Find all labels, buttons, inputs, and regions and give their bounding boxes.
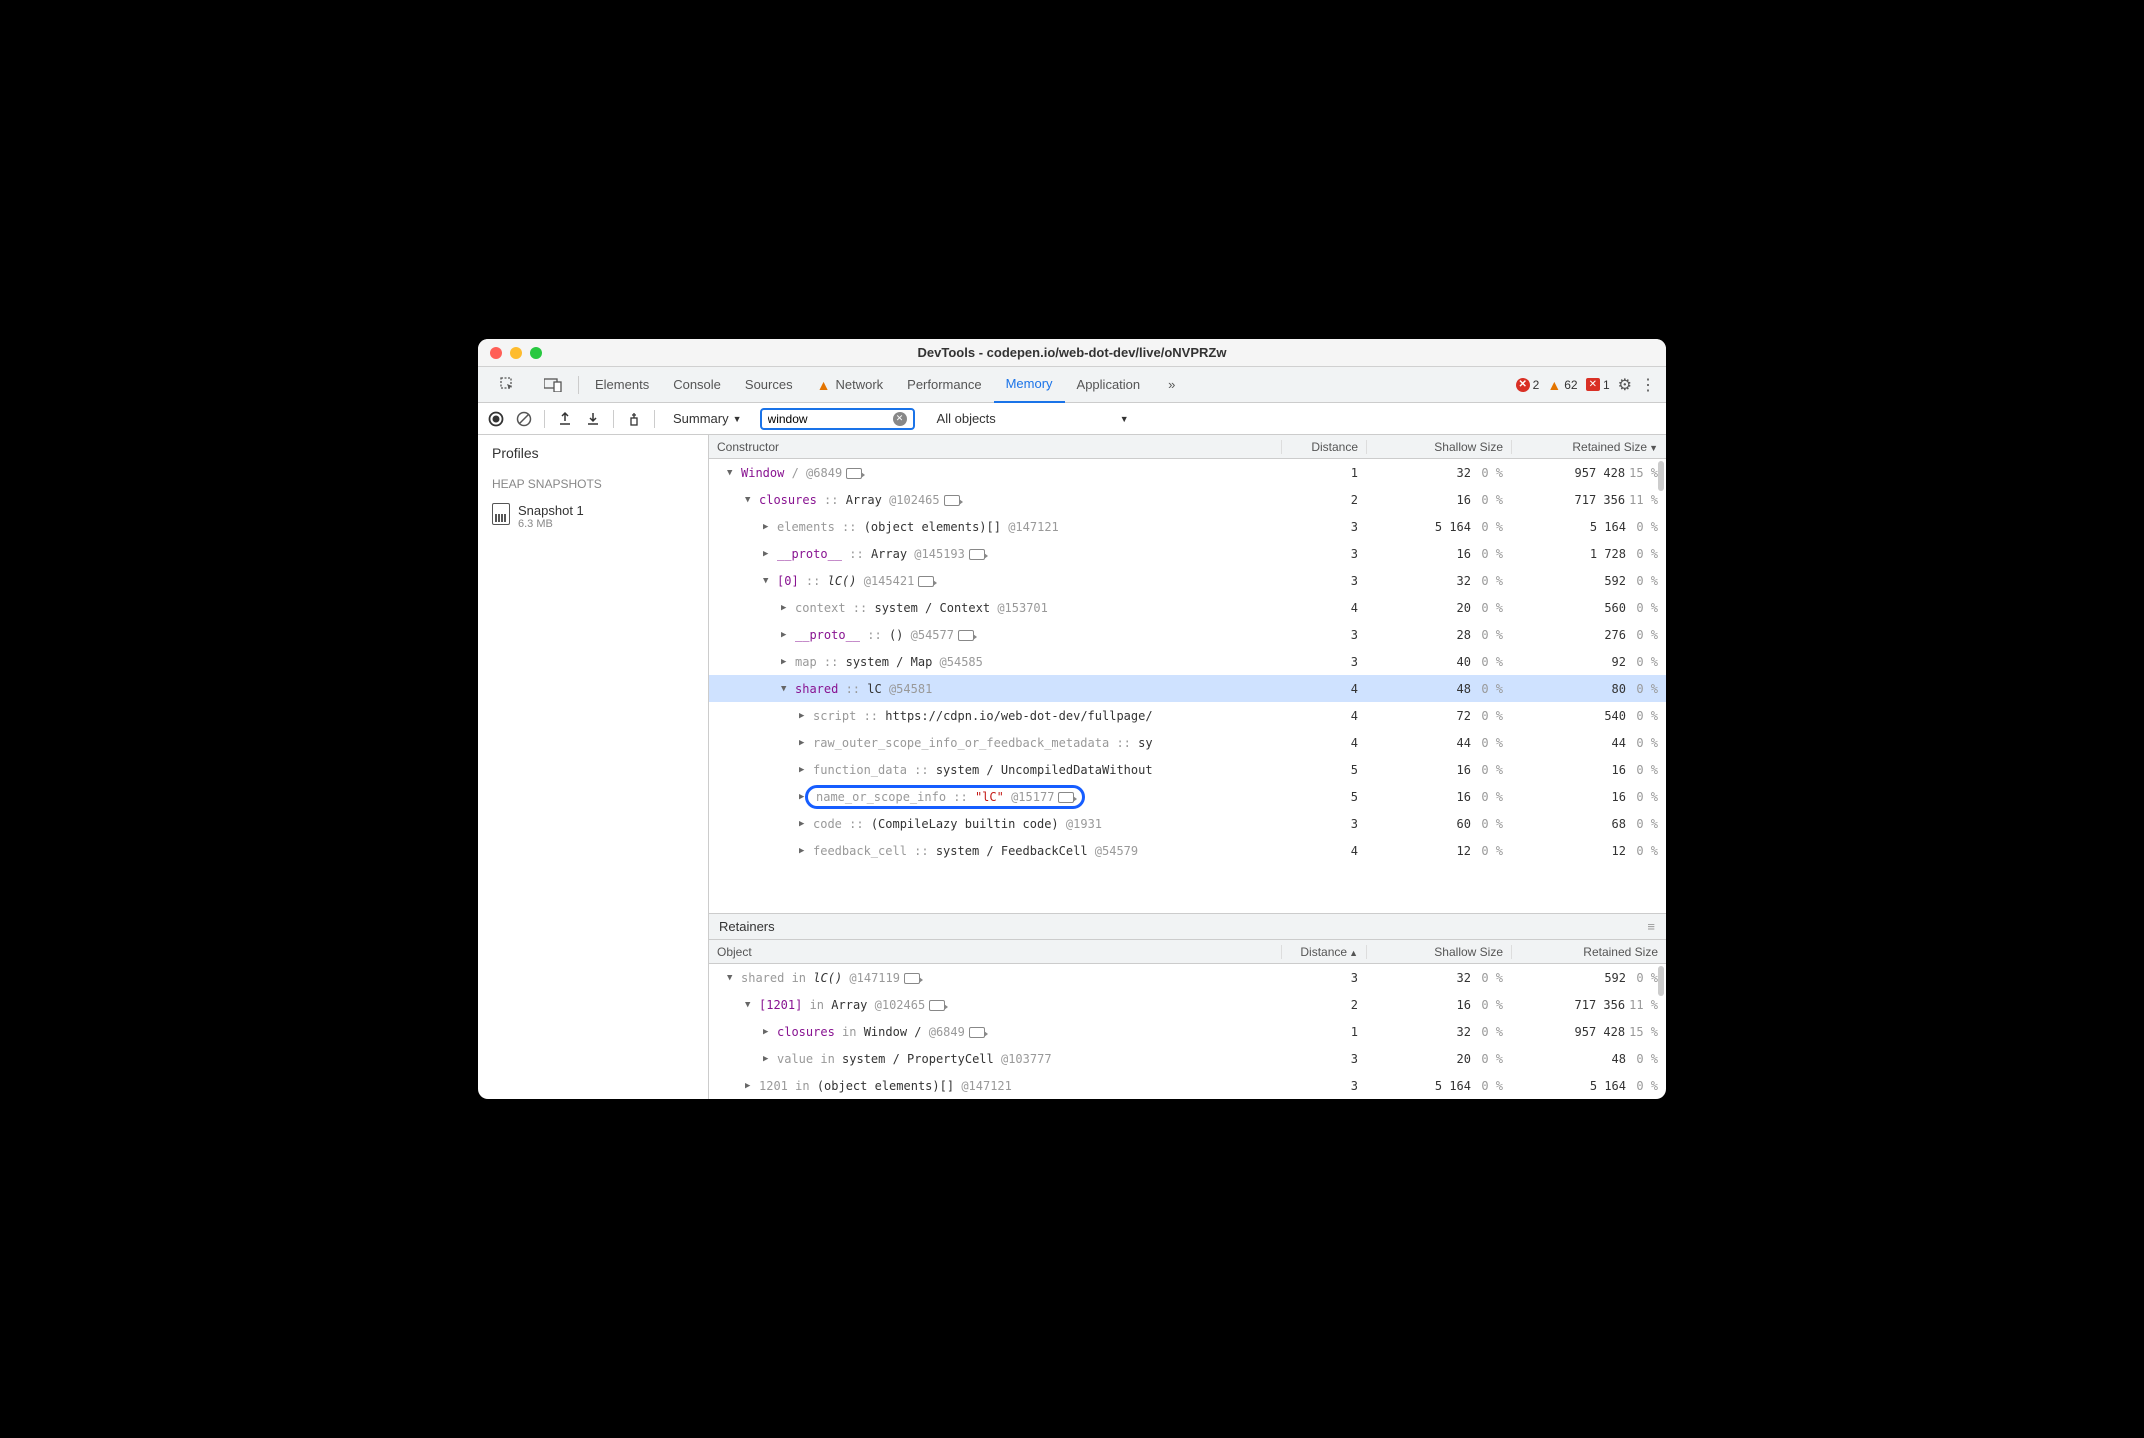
tab-application[interactable]: Application: [1065, 367, 1153, 403]
scrollbar-thumb[interactable]: [1658, 966, 1664, 996]
object-link-icon[interactable]: [944, 495, 960, 506]
heap-snapshots-label: HEAP SNAPSHOTS: [478, 471, 708, 497]
table-row[interactable]: ▼[0] :: lC() @1454213320 %5920 %: [709, 567, 1666, 594]
table-row[interactable]: ▶__proto__ :: () @545773280 %2760 %: [709, 621, 1666, 648]
snapshot-icon: [492, 503, 510, 525]
gear-icon[interactable]: ⚙: [1618, 375, 1632, 395]
tab-elements[interactable]: Elements: [583, 367, 661, 403]
minimize-icon[interactable]: [510, 347, 522, 359]
table-row[interactable]: ▶__proto__ :: Array @1451933160 %1 7280 …: [709, 540, 1666, 567]
inspect-icon[interactable]: [488, 367, 528, 403]
table-row[interactable]: ▼[1201] in Array @1024652160 %717 35611 …: [709, 991, 1666, 1018]
memory-toolbar: Summary▼ ✕ All objects▼: [478, 403, 1666, 435]
table-row[interactable]: ▶value in system / PropertyCell @1037773…: [709, 1045, 1666, 1072]
col-retained-r[interactable]: Retained Size: [1511, 945, 1666, 959]
view-dropdown[interactable]: Summary▼: [667, 411, 748, 426]
panel-tabs: ElementsConsoleSources▲NetworkPerformanc…: [478, 367, 1666, 403]
error-count[interactable]: ✕2: [1516, 378, 1540, 392]
table-row[interactable]: ▶closures in Window / @68491320 %957 428…: [709, 1018, 1666, 1045]
warning-count[interactable]: ▲62: [1547, 377, 1577, 393]
profiles-sidebar: Profiles HEAP SNAPSHOTS Snapshot 1 6.3 M…: [478, 435, 709, 1099]
table-row[interactable]: ▶name_or_scope_info :: "lC" @151775160 %…: [709, 783, 1666, 810]
object-link-icon[interactable]: [1058, 792, 1074, 803]
constructors-tree[interactable]: ▼Window / @68491320 %957 42815 %▼closure…: [709, 459, 1666, 913]
object-link-icon[interactable]: [969, 1027, 985, 1038]
object-link-icon[interactable]: [958, 630, 974, 641]
scrollbar-thumb[interactable]: [1658, 461, 1664, 491]
table-row[interactable]: ▼closures :: Array @1024652160 %717 3561…: [709, 486, 1666, 513]
device-icon[interactable]: [532, 367, 574, 403]
table-row[interactable]: ▶raw_outer_scope_info_or_feedback_metada…: [709, 729, 1666, 756]
constructors-header: Constructor Distance Shallow Size Retain…: [709, 435, 1666, 459]
titlebar: DevTools - codepen.io/web-dot-dev/live/o…: [478, 339, 1666, 367]
table-row[interactable]: ▶feedback_cell :: system / FeedbackCell …: [709, 837, 1666, 864]
tab-performance[interactable]: Performance: [895, 367, 993, 403]
table-row[interactable]: ▼shared in lC() @1471193320 %5920 %: [709, 964, 1666, 991]
snapshot-item[interactable]: Snapshot 1 6.3 MB: [478, 497, 708, 536]
issues-count[interactable]: ✕1: [1586, 378, 1610, 392]
table-row[interactable]: ▶script :: https://cdpn.io/web-dot-dev/f…: [709, 702, 1666, 729]
col-object[interactable]: Object: [709, 945, 1281, 959]
tabs-overflow[interactable]: »: [1156, 367, 1187, 403]
gc-icon[interactable]: [626, 411, 642, 427]
grip-icon[interactable]: ≡: [1647, 919, 1656, 934]
record-icon[interactable]: [488, 411, 504, 427]
table-row[interactable]: ▶function_data :: system / UncompiledDat…: [709, 756, 1666, 783]
tab-network[interactable]: ▲Network: [805, 367, 896, 403]
table-row[interactable]: ▼shared :: lC @545814480 %800 %: [709, 675, 1666, 702]
retainers-heading: Retainers ≡: [709, 913, 1666, 940]
retainers-header: Object Distance▲ Shallow Size Retained S…: [709, 940, 1666, 964]
separator: [654, 410, 655, 428]
object-link-icon[interactable]: [929, 1000, 945, 1011]
table-row[interactable]: ▶1201 in (object elements)[] @14712135 1…: [709, 1072, 1666, 1099]
clear-icon[interactable]: [516, 411, 532, 427]
close-icon[interactable]: [490, 347, 502, 359]
upload-icon[interactable]: [557, 411, 573, 427]
col-distance[interactable]: Distance: [1281, 440, 1366, 454]
object-link-icon[interactable]: [918, 576, 934, 587]
download-icon[interactable]: [585, 411, 601, 427]
col-distance-r[interactable]: Distance▲: [1281, 945, 1366, 959]
table-row[interactable]: ▶context :: system / Context @1537014200…: [709, 594, 1666, 621]
tab-sources[interactable]: Sources: [733, 367, 805, 403]
tab-memory[interactable]: Memory: [994, 367, 1065, 403]
table-row[interactable]: ▶map :: system / Map @545853400 %920 %: [709, 648, 1666, 675]
clear-filter-icon[interactable]: ✕: [893, 412, 907, 426]
retainers-tree[interactable]: ▼shared in lC() @1471193320 %5920 %▼[120…: [709, 964, 1666, 1099]
separator: [613, 410, 614, 428]
col-constructor[interactable]: Constructor: [709, 440, 1281, 454]
col-shallow[interactable]: Shallow Size: [1366, 440, 1511, 454]
snapshot-size: 6.3 MB: [518, 518, 584, 530]
separator: [578, 376, 579, 394]
scope-dropdown[interactable]: All objects▼: [931, 411, 1135, 426]
table-row[interactable]: ▶elements :: (object elements)[] @147121…: [709, 513, 1666, 540]
table-row[interactable]: ▶code :: (CompileLazy builtin code) @193…: [709, 810, 1666, 837]
window-title: DevTools - codepen.io/web-dot-dev/live/o…: [478, 345, 1666, 360]
col-retained[interactable]: Retained Size▼: [1511, 440, 1666, 454]
profiles-heading: Profiles: [478, 435, 708, 471]
snapshot-name: Snapshot 1: [518, 503, 584, 518]
col-shallow-r[interactable]: Shallow Size: [1366, 945, 1511, 959]
class-filter-input[interactable]: ✕: [760, 408, 915, 430]
devtools-window: DevTools - codepen.io/web-dot-dev/live/o…: [478, 339, 1666, 1099]
zoom-icon[interactable]: [530, 347, 542, 359]
separator: [544, 410, 545, 428]
heap-view: Constructor Distance Shallow Size Retain…: [709, 435, 1666, 1099]
object-link-icon[interactable]: [846, 468, 862, 479]
tab-console[interactable]: Console: [661, 367, 733, 403]
table-row[interactable]: ▼Window / @68491320 %957 42815 %: [709, 459, 1666, 486]
traffic-lights: [490, 347, 542, 359]
kebab-icon[interactable]: ⋮: [1640, 375, 1656, 395]
object-link-icon[interactable]: [904, 973, 920, 984]
object-link-icon[interactable]: [969, 549, 985, 560]
filter-text[interactable]: [768, 412, 889, 426]
